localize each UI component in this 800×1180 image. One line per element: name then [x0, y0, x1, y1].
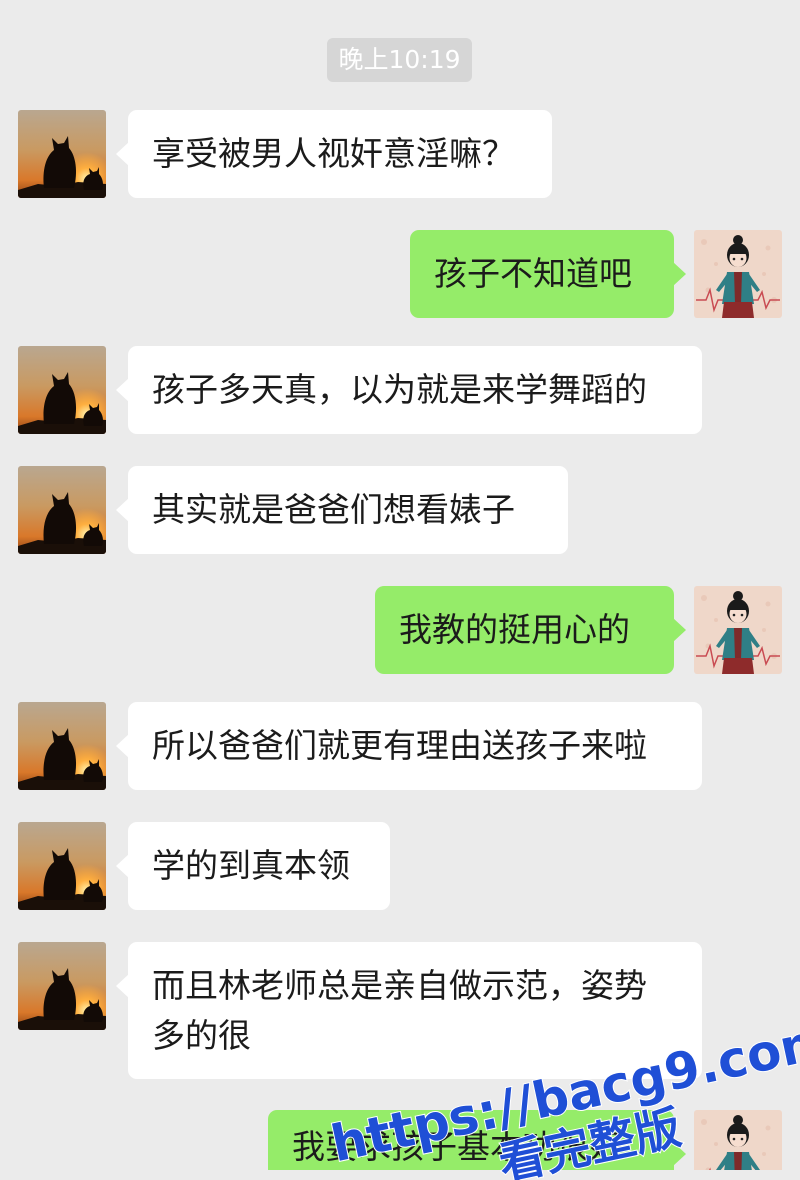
own-avatar[interactable] — [694, 230, 782, 318]
message-row: 所以爸爸们就更有理由送孩子来啦 — [0, 702, 800, 790]
message-bubble-outgoing[interactable]: 我教的挺用心的 — [375, 586, 686, 674]
message-bubble-outgoing[interactable]: 我要求孩子基本功很好 — [268, 1110, 686, 1170]
contact-avatar[interactable] — [18, 110, 106, 198]
contact-avatar[interactable] — [18, 822, 106, 910]
contact-avatar[interactable] — [18, 346, 106, 434]
message-row: 我要求孩子基本功很好 — [0, 1110, 800, 1170]
contact-avatar[interactable] — [18, 942, 106, 1030]
message-bubble-incoming[interactable]: 而且林老师总是亲自做示范，姿势 多的很 — [116, 942, 702, 1079]
message-bubble-incoming[interactable]: 学的到真本领 — [116, 822, 390, 910]
message-bubble-incoming[interactable]: 其实就是爸爸们想看婊子 — [116, 466, 568, 554]
message-row: 而且林老师总是亲自做示范，姿势 多的很 — [0, 942, 800, 1079]
message-row: 我教的挺用心的 — [0, 586, 800, 674]
message-row: 孩子多天真，以为就是来学舞蹈的 — [0, 346, 800, 434]
message-bubble-incoming[interactable]: 孩子多天真，以为就是来学舞蹈的 — [116, 346, 702, 434]
contact-avatar[interactable] — [18, 702, 106, 790]
timestamp-badge: 晚上10:19 — [327, 38, 472, 82]
message-row: 孩子不知道吧 — [0, 230, 800, 318]
message-row: 学的到真本领 — [0, 822, 800, 910]
message-bubble-incoming[interactable]: 享受被男人视奸意淫嘛？ — [116, 110, 552, 198]
message-row: 其实就是爸爸们想看婊子 — [0, 466, 800, 554]
own-avatar[interactable] — [694, 586, 782, 674]
own-avatar[interactable] — [694, 1110, 782, 1170]
message-row: 享受被男人视奸意淫嘛？ — [0, 110, 800, 198]
message-bubble-outgoing[interactable]: 孩子不知道吧 — [410, 230, 686, 318]
message-bubble-incoming[interactable]: 所以爸爸们就更有理由送孩子来啦 — [116, 702, 702, 790]
contact-avatar[interactable] — [18, 466, 106, 554]
